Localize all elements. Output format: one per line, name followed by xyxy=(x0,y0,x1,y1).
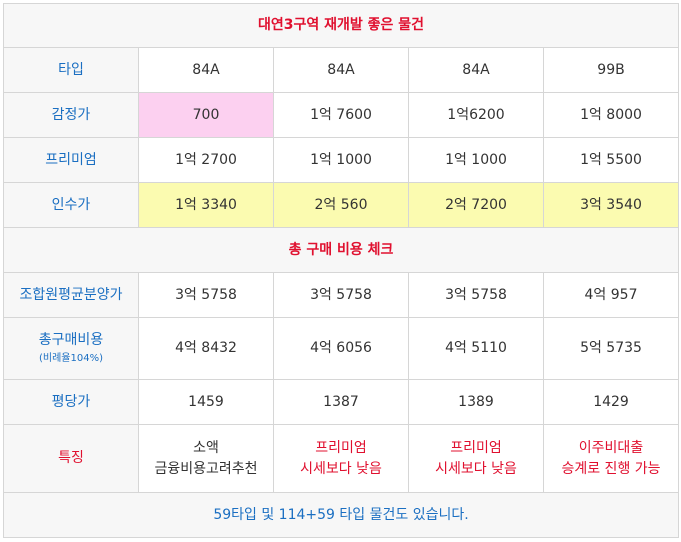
feature-line: 시세보다 낮음 xyxy=(435,460,517,477)
per-pyeong-cell: 1387 xyxy=(273,379,409,425)
type-cell: 99B xyxy=(542,47,680,93)
appraisal-cell: 1억6200 xyxy=(408,92,544,138)
feature-cell: 프리미엄 시세보다 낮음 xyxy=(408,424,544,493)
row-label-per-pyeong: 평당가 xyxy=(3,379,139,425)
row-label-acquisition: 인수가 xyxy=(3,182,139,228)
premium-cell: 1억 2700 xyxy=(138,137,274,183)
property-table-container: 대연3구역 재개발 좋은 물건 타입 84A 84A 84A 99B 감정가 7… xyxy=(2,3,680,539)
type-cell: 84A xyxy=(138,47,274,93)
type-cell: 84A xyxy=(408,47,544,93)
row-label-premium: 프리미엄 xyxy=(3,137,139,183)
premium-cell: 1억 1000 xyxy=(273,137,409,183)
row-label-type: 타입 xyxy=(3,47,139,93)
feature-line: 이주비대출 xyxy=(578,439,644,456)
appraisal-cell-highlighted: 700 xyxy=(138,92,274,138)
row-label-features: 특징 xyxy=(3,424,139,493)
premium-cell: 1억 5500 xyxy=(542,137,680,183)
title-row: 대연3구역 재개발 좋은 물건 xyxy=(2,3,680,48)
feature-line: 금융비용고려추천 xyxy=(154,460,258,477)
acquisition-cell: 2억 7200 xyxy=(408,182,544,228)
feature-cell: 이주비대출 승계로 진행 가능 xyxy=(542,424,680,493)
footer-note: 59타입 및 114+59 타입 물건도 있습니다. xyxy=(2,492,680,538)
feature-line: 승계로 진행 가능 xyxy=(561,460,661,477)
row-label-member-price: 조합원평균분양가 xyxy=(3,272,139,318)
per-pyeong-cell: 1389 xyxy=(408,379,544,425)
appraisal-row: 감정가 700 1억 7600 1억6200 1억 8000 xyxy=(3,92,680,138)
feature-cell: 프리미엄 시세보다 낮음 xyxy=(273,424,409,493)
feature-cell: 소액 금융비용고려추천 xyxy=(138,424,274,493)
per-pyeong-cell: 1429 xyxy=(542,379,680,425)
property-comparison-table: 대연3구역 재개발 좋은 물건 타입 84A 84A 84A 99B 감정가 7… xyxy=(2,3,680,538)
premium-row: 프리미엄 1억 2700 1억 1000 1억 1000 1억 5500 xyxy=(3,137,680,183)
type-cell: 84A xyxy=(273,47,409,93)
appraisal-cell: 1억 8000 xyxy=(542,92,680,138)
features-row: 특징 소액 금융비용고려추천 프리미엄 시세보다 낮음 프리미엄 시세보다 낮음… xyxy=(3,424,680,493)
member-price-row: 조합원평균분양가 3억 5758 3억 5758 3억 5758 4억 957 xyxy=(3,272,680,318)
appraisal-cell: 1억 7600 xyxy=(273,92,409,138)
member-price-cell: 3억 5758 xyxy=(138,272,274,318)
member-price-cell: 3억 5758 xyxy=(273,272,409,318)
total-cost-sublabel: (비례율104%) xyxy=(39,353,103,364)
table-title: 대연3구역 재개발 좋은 물건 xyxy=(2,3,680,48)
section-title: 총 구매 비용 체크 xyxy=(2,227,680,273)
feature-line: 시세보다 낮음 xyxy=(300,460,382,477)
acquisition-row: 인수가 1억 3340 2억 560 2억 7200 3억 3540 xyxy=(3,182,680,228)
total-cost-row: 총구매비용 (비례율104%) 4억 8432 4억 6056 4억 5110 … xyxy=(3,317,680,380)
acquisition-cell: 1억 3340 xyxy=(138,182,274,228)
total-cost-cell: 4억 8432 xyxy=(138,317,274,380)
feature-line: 소액 xyxy=(193,439,219,456)
feature-line: 프리미엄 xyxy=(315,439,367,456)
premium-cell: 1억 1000 xyxy=(408,137,544,183)
total-cost-cell: 4억 5110 xyxy=(408,317,544,380)
feature-line: 프리미엄 xyxy=(450,439,502,456)
total-cost-cell: 5억 5735 xyxy=(542,317,680,380)
section-title-row: 총 구매 비용 체크 xyxy=(2,227,680,273)
acquisition-cell: 2억 560 xyxy=(273,182,409,228)
member-price-cell: 3억 5758 xyxy=(408,272,544,318)
per-pyeong-cell: 1459 xyxy=(138,379,274,425)
member-price-cell: 4억 957 xyxy=(542,272,680,318)
per-pyeong-row: 평당가 1459 1387 1389 1429 xyxy=(3,379,680,425)
row-label-total-cost: 총구매비용 (비례율104%) xyxy=(3,317,139,380)
acquisition-cell: 3억 3540 xyxy=(542,182,680,228)
total-cost-label: 총구매비용 xyxy=(38,332,104,348)
row-label-appraisal: 감정가 xyxy=(3,92,139,138)
total-cost-cell: 4억 6056 xyxy=(273,317,409,380)
footer-row: 59타입 및 114+59 타입 물건도 있습니다. xyxy=(2,492,680,538)
type-row: 타입 84A 84A 84A 99B xyxy=(3,47,680,93)
